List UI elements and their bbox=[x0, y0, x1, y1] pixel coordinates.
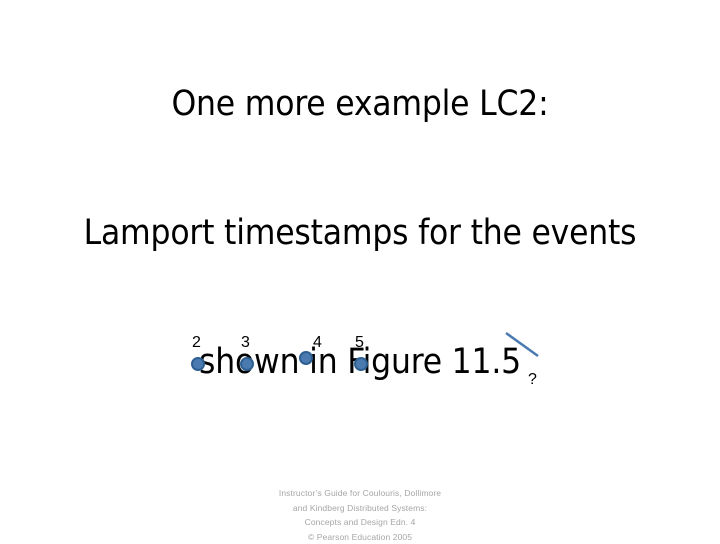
event-timestamp-label-1: 2 bbox=[192, 335, 201, 351]
event-timestamp-label-4: 5 bbox=[355, 335, 364, 351]
event-dot-1 bbox=[191, 357, 205, 371]
footer-line-3: Concepts and Design Edn. 4 bbox=[0, 515, 720, 530]
event-timestamp-label-2: 3 bbox=[241, 335, 250, 351]
footer-line-2: and Kindberg Distributed Systems: bbox=[0, 501, 720, 516]
slide-canvas: One more example LC2: Lamport timestamps… bbox=[0, 0, 720, 540]
footer-line-4: © Pearson Education 2005 bbox=[0, 530, 720, 544]
event-timestamp-label-3: 4 bbox=[313, 335, 322, 351]
question-mark-label: ? bbox=[528, 372, 537, 388]
connector-line-segment bbox=[506, 333, 538, 356]
event-dot-4 bbox=[354, 357, 368, 371]
lamport-timestamp-diagram: 2 3 4 5 ? bbox=[0, 0, 720, 540]
footer-line-1: Instructor’s Guide for Coulouris, Dollim… bbox=[0, 486, 720, 501]
event-dot-2 bbox=[240, 357, 254, 371]
event-dot-3 bbox=[299, 351, 313, 365]
footer-attribution: Instructor’s Guide for Coulouris, Dollim… bbox=[0, 486, 720, 544]
connector-line bbox=[500, 326, 560, 366]
